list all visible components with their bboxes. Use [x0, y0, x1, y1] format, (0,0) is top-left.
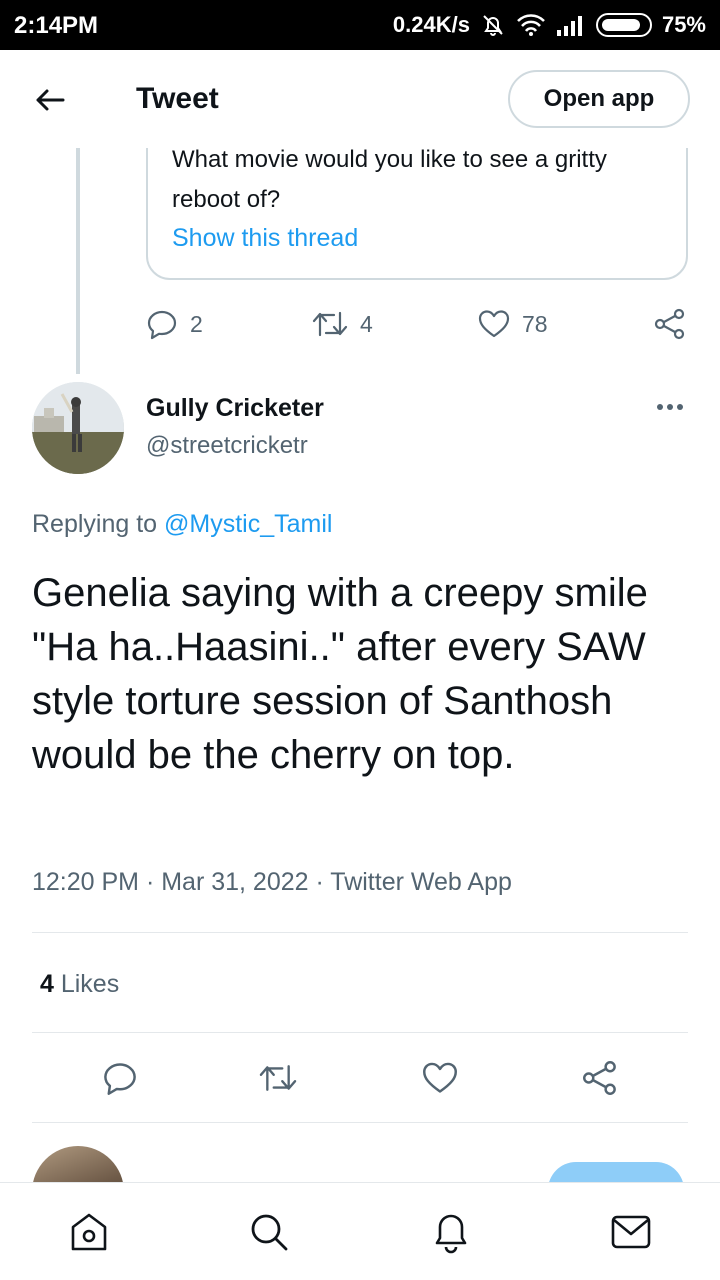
wifi-icon	[517, 14, 545, 36]
status-bar: 2:14PM 0.24K/s 75%	[0, 0, 720, 50]
more-dot	[667, 404, 673, 410]
retweet-icon	[312, 311, 348, 337]
nav-search[interactable]	[246, 1209, 292, 1255]
likes-stat[interactable]: 4 Likes	[40, 970, 119, 999]
tweet-text: Genelia saying with a creepy smile "Ha h…	[32, 571, 648, 777]
status-time: 2:14PM	[14, 12, 99, 39]
retweet-icon	[259, 1065, 297, 1091]
top-header: Tweet Open app	[0, 50, 720, 148]
replying-prefix: Replying to	[32, 510, 165, 538]
back-button[interactable]	[28, 78, 72, 122]
tweet-timestamp[interactable]: 12:20 PM · Mar 31, 2022 · Twitter Web Ap…	[32, 868, 512, 897]
share-icon	[654, 308, 685, 340]
divider	[32, 932, 688, 933]
nav-home[interactable]	[66, 1209, 112, 1255]
page-title: Tweet	[136, 82, 219, 115]
reply-action[interactable]: 2	[146, 304, 203, 344]
quoted-tweet-text: What movie would you like to see a gritt…	[172, 146, 607, 213]
search-icon	[251, 1214, 288, 1251]
thread-connector-line	[76, 148, 80, 374]
bottom-navigation	[0, 1182, 720, 1280]
share-action[interactable]	[654, 304, 686, 344]
nav-messages[interactable]	[608, 1209, 654, 1255]
share-button[interactable]	[580, 1058, 620, 1098]
divider	[32, 1122, 688, 1123]
battery-level: 75%	[661, 12, 706, 37]
home-icon	[71, 1213, 107, 1251]
reply-icon	[147, 310, 177, 340]
replying-mention-link[interactable]: @Mystic_Tamil	[164, 510, 332, 538]
network-speed: 0.24K/s	[392, 12, 470, 37]
divider	[32, 1032, 688, 1033]
battery-icon	[595, 13, 652, 37]
open-app-button[interactable]: Open app	[508, 70, 690, 128]
more-dot	[677, 404, 683, 410]
show-thread-link[interactable]: Show this thread	[172, 224, 358, 253]
share-icon	[583, 1061, 616, 1095]
retweet-action[interactable]: 4	[312, 304, 373, 344]
likes-count: 4	[40, 970, 54, 998]
avatar-photo	[32, 382, 124, 474]
replying-to: Replying to @Mystic_Tamil	[32, 510, 332, 539]
signal-icon	[556, 16, 582, 36]
heart-icon	[423, 1062, 457, 1093]
like-action[interactable]: 78	[478, 304, 548, 344]
reply-icon	[104, 1063, 136, 1095]
more-dot	[657, 404, 663, 410]
like-count: 78	[522, 310, 548, 337]
retweet-button[interactable]	[258, 1058, 298, 1098]
author-name[interactable]: Gully Cricketer	[146, 394, 324, 423]
reply-count: 2	[190, 310, 203, 337]
more-options-button[interactable]	[650, 392, 690, 422]
messages-icon	[611, 1215, 651, 1249]
reply-button[interactable]	[100, 1058, 140, 1098]
like-button[interactable]	[420, 1058, 460, 1098]
nav-notifications[interactable]	[428, 1209, 474, 1255]
arrow-left-icon	[36, 89, 65, 111]
retweet-count: 4	[360, 310, 373, 337]
likes-label: Likes	[53, 970, 120, 998]
status-right: 0.24K/s 75%	[393, 12, 706, 38]
notifications-icon	[435, 1214, 467, 1254]
author-avatar[interactable]	[32, 382, 124, 474]
heart-icon	[478, 310, 510, 338]
alarm-off-icon	[483, 15, 503, 36]
author-handle[interactable]: @streetcricketr	[146, 432, 308, 460]
